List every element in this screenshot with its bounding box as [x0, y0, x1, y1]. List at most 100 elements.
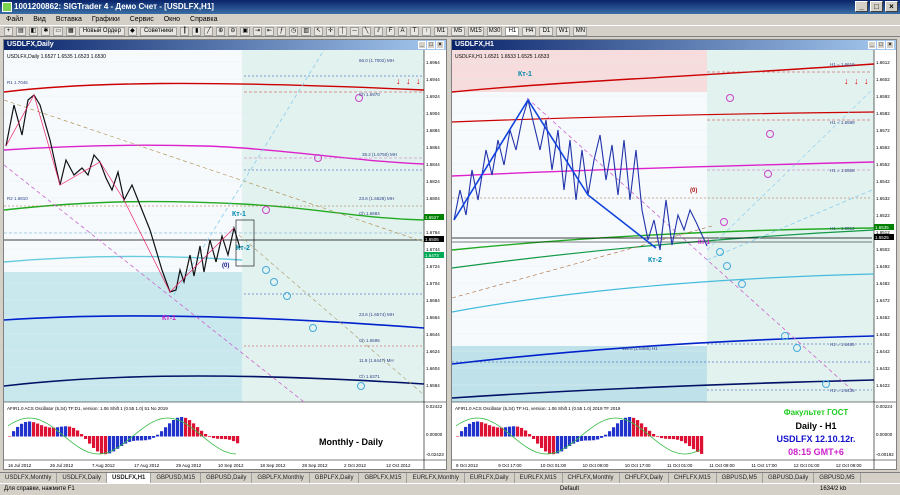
- new-order-button[interactable]: Новый Ордер: [78, 26, 125, 36]
- menu-window[interactable]: Окно: [164, 14, 180, 25]
- fibo-label: 111.8 (1.6465) H1: [622, 346, 658, 351]
- market-watch-icon[interactable]: ◧: [28, 26, 39, 36]
- tab-chart[interactable]: GBPLFX,Daily: [310, 473, 360, 483]
- price-axis-label: 1.6432: [876, 366, 890, 371]
- osc-bar: [676, 436, 680, 440]
- terminal-icon[interactable]: ▭: [53, 26, 64, 36]
- crosshair-icon[interactable]: ✛: [326, 26, 336, 36]
- navigator-icon[interactable]: ✱: [41, 26, 51, 36]
- date-axis-label: 12 Oct 2012: [386, 463, 411, 468]
- tab-chart[interactable]: EURLFX,M15: [515, 473, 563, 483]
- tab-chart[interactable]: GBPUSD,M15: [151, 473, 202, 483]
- tab-chart[interactable]: GBPUSD,M5: [814, 473, 861, 483]
- hline-icon[interactable]: ─: [350, 26, 360, 36]
- chart-close-button[interactable]: ×: [436, 41, 444, 49]
- experts-button[interactable]: Советники: [139, 26, 178, 36]
- tf-d1-button[interactable]: D1: [539, 26, 554, 36]
- indicators-icon[interactable]: ƒ: [277, 26, 287, 36]
- tab-chart[interactable]: EURLFX,Monthly: [407, 473, 465, 483]
- line-chart-icon[interactable]: ╱: [204, 26, 214, 36]
- vline-icon[interactable]: │: [338, 26, 348, 36]
- tf-w1-button[interactable]: W1: [556, 26, 571, 36]
- osc-bar: [584, 436, 588, 441]
- tf-h1-button[interactable]: H1: [505, 26, 520, 36]
- menu-help[interactable]: Справка: [190, 14, 217, 25]
- candles-icon[interactable]: ▮: [192, 26, 202, 36]
- shift-icon[interactable]: ⇤: [265, 26, 275, 36]
- tab-chart[interactable]: CHFLFX,M15: [669, 473, 717, 483]
- osc-bar: [460, 431, 464, 437]
- tf-m5-button[interactable]: M5: [451, 26, 466, 36]
- metaeditor-icon[interactable]: ◆: [127, 26, 137, 36]
- fibo-icon[interactable]: F: [386, 26, 396, 36]
- tf-h4-button[interactable]: H4: [522, 26, 537, 36]
- chart-window-daily[interactable]: USDLFX,Daily _ □ × USDLFX,Daily 1.6527 1…: [3, 39, 447, 470]
- price-axis-label: 1.6442: [876, 349, 890, 354]
- periods-icon[interactable]: ◷: [289, 26, 299, 36]
- tf-m30-button[interactable]: M30: [486, 26, 503, 36]
- chart-close-button-h1[interactable]: ×: [886, 41, 894, 49]
- fibo-label: Ch 1.6371: [359, 374, 380, 379]
- svg-text:0.00224: 0.00224: [876, 404, 893, 409]
- app-title: 1001200862: SIGTrader 4 - Демо Счет - [U…: [14, 2, 214, 11]
- text-icon[interactable]: A: [398, 26, 408, 36]
- osc-bar: [96, 436, 100, 452]
- tf-m1-button[interactable]: M1: [434, 26, 449, 36]
- chart-minimize-button[interactable]: _: [418, 41, 426, 49]
- tf-m15-button[interactable]: M15: [468, 26, 484, 36]
- tab-chart[interactable]: USDLFX,Monthly: [0, 473, 58, 483]
- cursor-icon[interactable]: ↖: [314, 26, 324, 36]
- close-button[interactable]: ×: [885, 1, 898, 12]
- zoom-in-icon[interactable]: ⊕: [216, 26, 226, 36]
- daily-chart-canvas[interactable]: USDLFX,Daily 1.6527 1.6535 1.6523 1.6530…: [4, 50, 446, 469]
- tab-chart[interactable]: EURLFX,Daily: [465, 473, 515, 483]
- menu-charts[interactable]: Графики: [92, 14, 120, 25]
- caption-date: USDLFX 12.10.12г.: [776, 434, 856, 444]
- price-axis-label: 1.6612: [876, 60, 890, 65]
- tester-icon[interactable]: ▦: [66, 26, 76, 36]
- label-icon[interactable]: T: [410, 26, 420, 36]
- osc-bar: [88, 436, 92, 444]
- chart-window-h1[interactable]: USDLFX,H1 _ □ × USDLFX,H1 1.6521 1.6533 …: [451, 39, 897, 470]
- tab-chart[interactable]: CHFLFX,Daily: [620, 473, 669, 483]
- h1-chart-canvas[interactable]: USDLFX,H1 1.6521 1.6533 1.6525 1.6533 1.…: [452, 50, 896, 469]
- chart-minimize-button-h1[interactable]: _: [868, 41, 876, 49]
- tab-chart[interactable]: USDLFX,H1: [107, 473, 152, 483]
- channel-icon[interactable]: ⫽: [374, 26, 384, 36]
- menu-view[interactable]: Вид: [33, 14, 46, 25]
- new-chart-icon[interactable]: +: [4, 26, 13, 36]
- tab-chart[interactable]: GBPUSD,M5: [717, 473, 763, 483]
- templates-icon[interactable]: ▥: [301, 26, 311, 36]
- tf-mn-button[interactable]: MN: [573, 26, 588, 36]
- minimize-button[interactable]: _: [855, 1, 868, 12]
- bar-chart-icon[interactable]: ┃: [180, 26, 190, 36]
- trendline-icon[interactable]: ╲: [362, 26, 372, 36]
- tab-chart[interactable]: GBPLFX,Monthly: [252, 473, 310, 483]
- menu-file[interactable]: Файл: [6, 14, 23, 25]
- autoscroll-icon[interactable]: ⇥: [253, 26, 263, 36]
- caption-daily-h1: Daily - H1: [795, 421, 837, 431]
- tab-chart[interactable]: CHFLFX,Monthly: [563, 473, 620, 483]
- chart-maximize-button-h1[interactable]: □: [877, 41, 885, 49]
- zero-label: (0): [222, 263, 229, 269]
- chart-maximize-button[interactable]: □: [427, 41, 435, 49]
- menu-tools[interactable]: Сервис: [130, 14, 154, 25]
- caption-time: 08:15 GMT+6: [788, 447, 844, 457]
- price-axis-label: 1.6552: [876, 162, 890, 167]
- profiles-icon[interactable]: ▤: [16, 26, 26, 36]
- tab-chart[interactable]: USDLFX,Daily: [57, 473, 108, 483]
- fibo-label: H1 = 1.6558: [830, 168, 855, 173]
- tile-icon[interactable]: ▣: [240, 26, 251, 36]
- osc-bar: [524, 430, 528, 437]
- tab-chart[interactable]: GBPUSD,Daily: [763, 473, 815, 483]
- zoom-out-icon[interactable]: ⊖: [228, 26, 238, 36]
- maximize-button[interactable]: □: [870, 1, 883, 12]
- osc-bar: [536, 436, 540, 444]
- tab-chart[interactable]: GBPUSD,Daily: [201, 473, 253, 483]
- tab-chart[interactable]: GBPLFX,M15: [359, 473, 408, 483]
- osc-bar: [540, 436, 544, 448]
- arrows-icon[interactable]: ↑: [422, 26, 432, 36]
- menu-insert[interactable]: Вставка: [56, 14, 82, 25]
- price-axis-label: 1.6582: [876, 111, 890, 116]
- osc-bar: [108, 436, 112, 454]
